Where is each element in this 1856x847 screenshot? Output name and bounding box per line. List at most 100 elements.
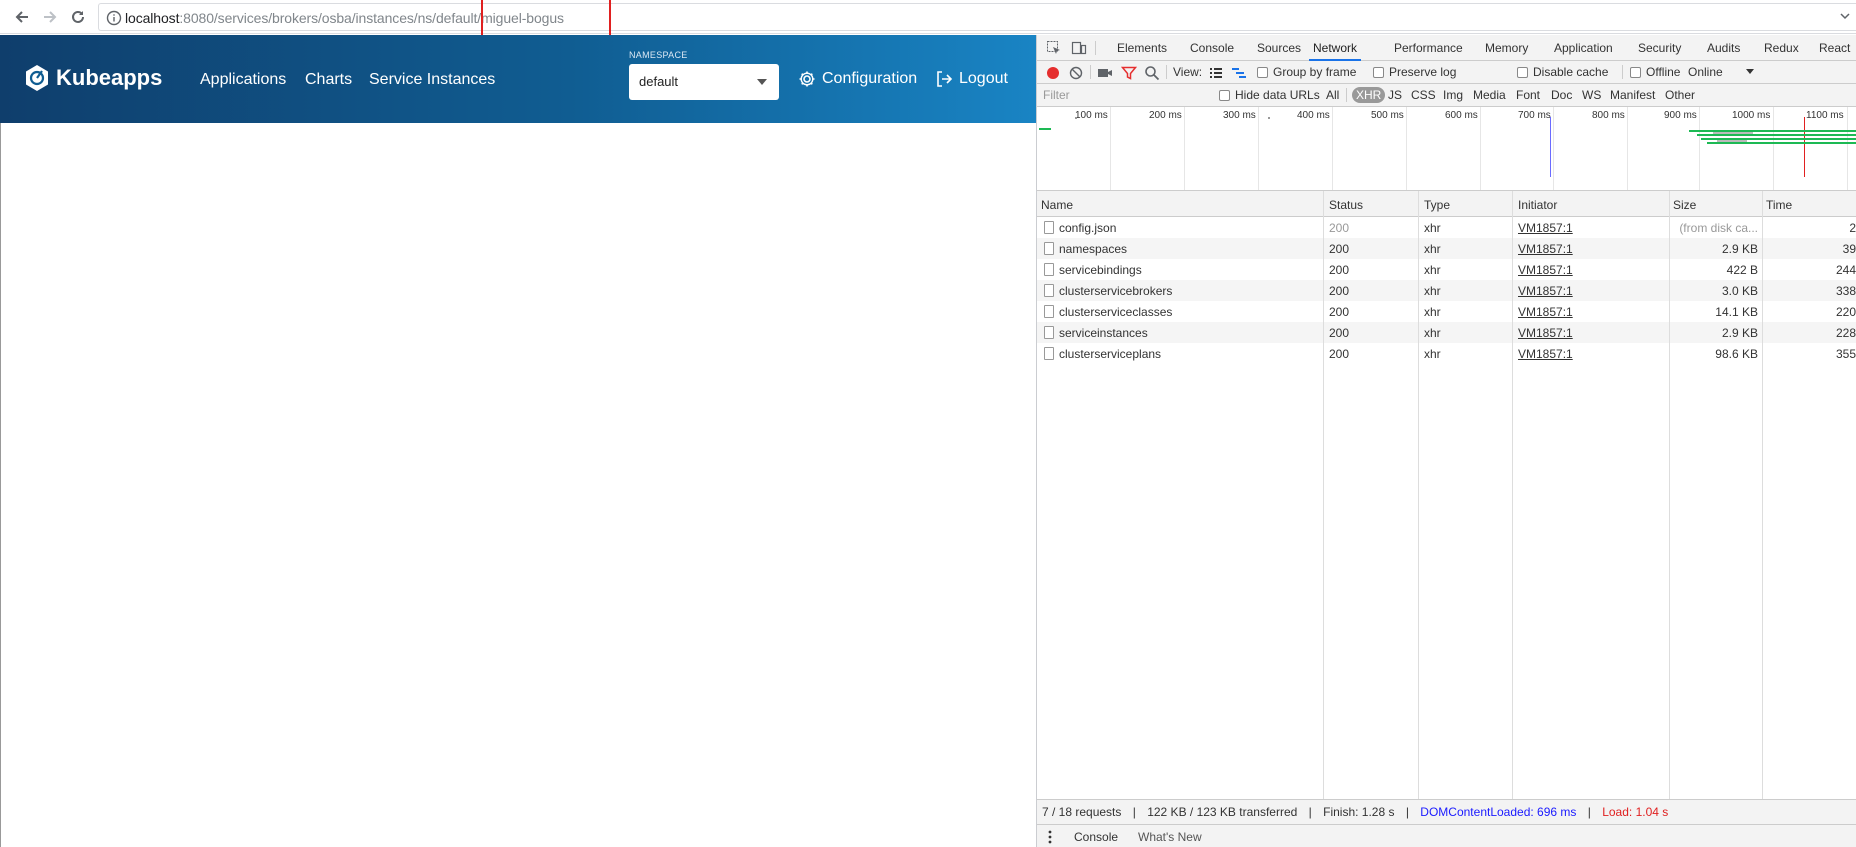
column-divider[interactable]	[1669, 191, 1670, 799]
tab-elements[interactable]: Elements	[1117, 35, 1167, 61]
checkbox[interactable]	[1373, 66, 1384, 78]
request-initiator[interactable]: VM1857:1	[1518, 305, 1573, 319]
filter-xhr[interactable]: XHR	[1352, 87, 1386, 103]
tab-performance[interactable]: Performance	[1394, 35, 1463, 61]
logout-link[interactable]: Logout	[935, 70, 1008, 88]
offline-label: Offline	[1646, 65, 1681, 79]
filter-doc[interactable]: Doc	[1551, 88, 1572, 102]
timeline-gridline	[1699, 107, 1700, 190]
filter-manifest[interactable]: Manifest	[1610, 88, 1655, 102]
column-header-initiator[interactable]: Initiator	[1518, 198, 1557, 212]
filter-input[interactable]: Filter	[1041, 87, 1201, 104]
filter-media[interactable]: Media	[1473, 88, 1506, 102]
checkbox[interactable]	[1219, 89, 1230, 101]
request-initiator[interactable]: VM1857:1	[1518, 221, 1573, 235]
tab-memory[interactable]: Memory	[1485, 35, 1528, 61]
tab-redux[interactable]: Redux	[1764, 35, 1799, 61]
request-size: 422 B	[1726, 263, 1758, 277]
drawer-tab-console[interactable]: Console	[1074, 830, 1118, 844]
namespace-select[interactable]: default	[629, 64, 779, 100]
timeline-bar	[1697, 134, 1856, 136]
dropdown-triangle-icon[interactable]	[1745, 66, 1755, 76]
chevron-down-icon[interactable]	[1840, 11, 1850, 21]
column-divider[interactable]	[1418, 191, 1419, 799]
checkbox[interactable]	[1630, 66, 1641, 78]
column-header-time[interactable]: Time	[1766, 198, 1792, 212]
filter-css[interactable]: CSS	[1411, 88, 1436, 102]
filter-font[interactable]: Font	[1516, 88, 1540, 102]
column-header-type[interactable]: Type	[1424, 198, 1450, 212]
column-header-status[interactable]: Status	[1329, 198, 1363, 212]
info-icon[interactable]	[106, 10, 122, 26]
drawer-tab-whats-new[interactable]: What's New	[1138, 830, 1202, 844]
view-label: View:	[1173, 65, 1203, 79]
timeline-overview[interactable]: 100 ms 200 ms 300 ms 400 ms 500 ms 600 m…	[1037, 107, 1856, 191]
request-size: 14.1 KB	[1715, 305, 1758, 319]
table-row[interactable]: clusterservicebrokers 200 xhr VM1857:1 3…	[1037, 280, 1856, 301]
request-initiator[interactable]: VM1857:1	[1518, 263, 1573, 277]
request-initiator[interactable]: VM1857:1	[1518, 242, 1573, 256]
table-row[interactable]: clusterserviceclasses 200 xhr VM1857:1 1…	[1037, 301, 1856, 322]
filter-ws[interactable]: WS	[1582, 88, 1601, 102]
tab-security[interactable]: Security	[1638, 35, 1681, 61]
tab-console[interactable]: Console	[1190, 35, 1234, 61]
tab-sources[interactable]: Sources	[1257, 35, 1301, 61]
nav-service-instances[interactable]: Service Instances	[369, 71, 495, 89]
filter-js[interactable]: JS	[1388, 88, 1402, 102]
column-divider[interactable]	[1762, 191, 1763, 799]
request-time: 220	[1835, 305, 1856, 319]
tab-audits[interactable]: Audits	[1707, 35, 1740, 61]
search-icon[interactable]	[1144, 65, 1160, 81]
column-divider[interactable]	[1323, 191, 1324, 799]
column-header-size[interactable]: Size	[1673, 198, 1696, 212]
table-row[interactable]: serviceinstances 200 xhr VM1857:1 2.9 KB…	[1037, 322, 1856, 343]
request-initiator[interactable]: VM1857:1	[1518, 284, 1573, 298]
inspect-element-icon[interactable]	[1046, 40, 1062, 56]
address-bar[interactable]: localhost:8080/services/brokers/osba/ins…	[98, 3, 1856, 31]
reload-button[interactable]	[67, 6, 89, 28]
group-by-frame-checkbox[interactable]: Group by frame	[1257, 65, 1356, 79]
checkbox[interactable]	[1257, 66, 1268, 78]
table-row[interactable]: namespaces 200 xhr VM1857:1 2.9 KB 39	[1037, 238, 1856, 259]
device-toolbar-icon[interactable]	[1071, 40, 1087, 56]
large-rows-icon[interactable]	[1208, 65, 1224, 81]
filter-all[interactable]: All	[1326, 88, 1339, 102]
request-initiator[interactable]: VM1857:1	[1518, 347, 1573, 361]
waterfall-icon[interactable]	[1231, 65, 1247, 81]
table-row[interactable]: clusterserviceplans 200 xhr VM1857:1 98.…	[1037, 343, 1856, 364]
kebab-menu-icon[interactable]	[1048, 830, 1052, 844]
throttling-select[interactable]: Online	[1688, 65, 1723, 79]
column-header-name[interactable]: Name	[1041, 198, 1073, 212]
forward-button[interactable]	[39, 6, 61, 28]
tab-network[interactable]: Network	[1309, 35, 1362, 61]
filter-icon[interactable]	[1121, 65, 1137, 81]
column-divider[interactable]	[1512, 191, 1513, 799]
back-button[interactable]	[11, 6, 33, 28]
clear-icon[interactable]	[1068, 65, 1084, 81]
offline-checkbox[interactable]: Offline	[1630, 65, 1680, 79]
hide-data-urls-checkbox[interactable]: Hide data URLs	[1219, 88, 1320, 102]
tab-application[interactable]: Application	[1554, 35, 1613, 61]
checkbox[interactable]	[1517, 66, 1528, 78]
filter-other[interactable]: Other	[1665, 88, 1695, 102]
disable-cache-checkbox[interactable]: Disable cache	[1517, 65, 1608, 79]
nav-charts[interactable]: Charts	[305, 71, 352, 89]
timeline-label: 100 ms	[1075, 110, 1108, 121]
nav-applications[interactable]: Applications	[200, 71, 286, 89]
preserve-log-checkbox[interactable]: Preserve log	[1373, 65, 1456, 79]
record-icon[interactable]	[1045, 65, 1061, 81]
request-initiator[interactable]: VM1857:1	[1518, 326, 1573, 340]
screenshot-camera-icon[interactable]	[1097, 65, 1113, 81]
timeline-gridline	[1553, 107, 1554, 190]
table-row[interactable]: config.json 200 xhr VM1857:1 (from disk …	[1037, 217, 1856, 238]
request-type: xhr	[1424, 284, 1441, 298]
document-icon	[1044, 305, 1054, 318]
tab-react[interactable]: React	[1819, 35, 1850, 61]
filter-img[interactable]: Img	[1443, 88, 1463, 102]
request-status: 200	[1329, 347, 1350, 361]
table-row[interactable]: servicebindings 200 xhr VM1857:1 422 B 2…	[1037, 259, 1856, 280]
kubeapps-logo[interactable]: Kubeapps	[24, 64, 162, 92]
timeline-gridline	[1627, 107, 1628, 190]
separator	[1166, 65, 1167, 79]
configuration-link[interactable]: Configuration	[798, 70, 917, 88]
